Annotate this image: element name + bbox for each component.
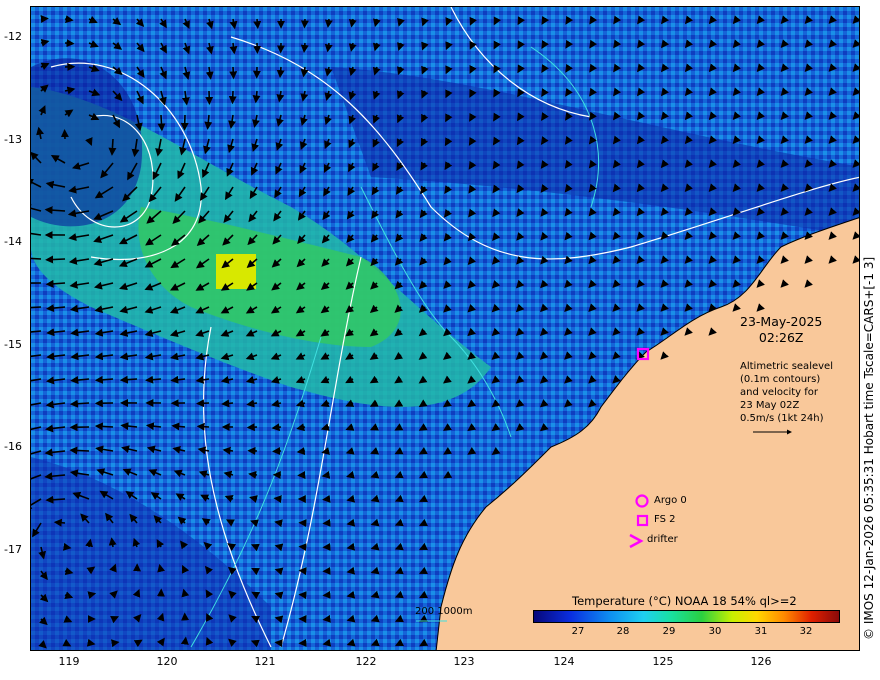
- velocity-vector: [31, 257, 42, 260]
- x-tick-label: 126: [750, 655, 772, 668]
- legend-line: Altimetric sealevel: [740, 361, 833, 372]
- x-tick-label: 122: [355, 655, 377, 668]
- legend-line: 0.5m/s (1kt 24h): [740, 413, 824, 424]
- y-tick-label: -12: [4, 30, 22, 43]
- velocity-vector: [62, 542, 72, 551]
- x-tick-label: 121: [254, 655, 276, 668]
- x-tick-label: 123: [453, 655, 475, 668]
- altimetry-legend: Altimetric sealevel (0.1m contours) and …: [740, 360, 833, 425]
- velocity-vector: [271, 423, 282, 432]
- velocity-vector: [346, 542, 356, 551]
- y-tick-label: -17: [4, 543, 22, 556]
- velocity-vector: [273, 495, 282, 504]
- velocity-vector: [31, 306, 42, 309]
- colorbar-tick: 32: [799, 626, 813, 637]
- sst-map: [31, 7, 859, 650]
- velocity-vector: [300, 42, 309, 53]
- velocity-vector: [274, 639, 283, 648]
- velocity-vector: [346, 518, 356, 527]
- colorbar-title: Temperature (°C) NOAA 18 54% ql>=2: [572, 594, 797, 608]
- velocity-vector: [222, 446, 234, 455]
- velocity-vector: [346, 494, 356, 503]
- colorbar: [533, 610, 840, 623]
- date-time-block: 23-May-2025 02:26Z: [740, 314, 822, 346]
- legend-line: (0.1m contours): [740, 374, 821, 385]
- argo-label: Argo 0: [654, 495, 687, 506]
- velocity-vector: [346, 566, 356, 575]
- velocity-vector: [180, 636, 189, 645]
- colorbar-tick: 31: [754, 626, 768, 637]
- velocity-vector: [40, 15, 49, 23]
- colorbar-tick: 27: [571, 626, 585, 637]
- velocity-vector: [229, 66, 238, 80]
- velocity-vector: [69, 399, 90, 408]
- velocity-vector: [248, 470, 258, 479]
- y-tick-label: -13: [4, 133, 22, 146]
- velocity-vector: [94, 422, 114, 431]
- colorbar-tick: 29: [662, 626, 676, 637]
- time-label: 02:26Z: [758, 330, 804, 345]
- velocity-vector: [274, 615, 284, 624]
- velocity-vector: [322, 494, 331, 503]
- velocity-vector: [228, 90, 237, 105]
- x-tick-label: 120: [156, 655, 178, 668]
- velocity-vector: [322, 638, 332, 647]
- y-tick-label: -14: [4, 235, 22, 248]
- velocity-vector: [346, 590, 356, 599]
- x-tick-label: 119: [58, 655, 80, 668]
- velocity-vector: [274, 519, 283, 528]
- velocity-vector: [321, 470, 331, 479]
- velocity-vector: [253, 18, 262, 30]
- velocity-vector: [246, 423, 258, 432]
- velocity-vector: [53, 518, 66, 527]
- hot-spot: [216, 254, 256, 289]
- velocity-vector: [221, 399, 234, 408]
- velocity-vector: [300, 18, 309, 29]
- date-label: 23-May-2025: [740, 314, 823, 329]
- legend-line: and velocity for: [740, 387, 819, 398]
- colorbar-tick: 30: [708, 626, 722, 637]
- velocity-vector: [64, 39, 75, 48]
- velocity-vector: [196, 422, 210, 431]
- colorbar-tick: 28: [616, 626, 630, 637]
- depth-scale-label: 200 1000m: [415, 606, 473, 617]
- velocity-vector: [86, 638, 96, 647]
- map-panel: [30, 6, 860, 651]
- velocity-vector: [69, 446, 90, 455]
- drifter-label: drifter: [647, 534, 678, 545]
- velocity-vector: [324, 18, 333, 29]
- velocity-vector: [322, 614, 331, 623]
- x-tick-label: 125: [652, 655, 674, 668]
- velocity-vector: [108, 138, 117, 156]
- velocity-vector: [276, 66, 285, 79]
- velocity-vector: [111, 639, 120, 648]
- fs-label: FS 2: [654, 514, 676, 525]
- velocity-vector: [196, 399, 210, 408]
- legend-line: 23 May 02Z: [740, 400, 800, 411]
- imos-caption: © IMOS 12-Jan-2026 05:35:31 Hobart time …: [862, 256, 876, 640]
- x-tick-label: 124: [553, 655, 575, 668]
- velocity-vector: [45, 255, 66, 264]
- y-tick-label: -16: [4, 440, 22, 453]
- velocity-vector: [296, 447, 306, 456]
- velocity-vector: [157, 114, 166, 132]
- y-tick-label: -15: [4, 338, 22, 351]
